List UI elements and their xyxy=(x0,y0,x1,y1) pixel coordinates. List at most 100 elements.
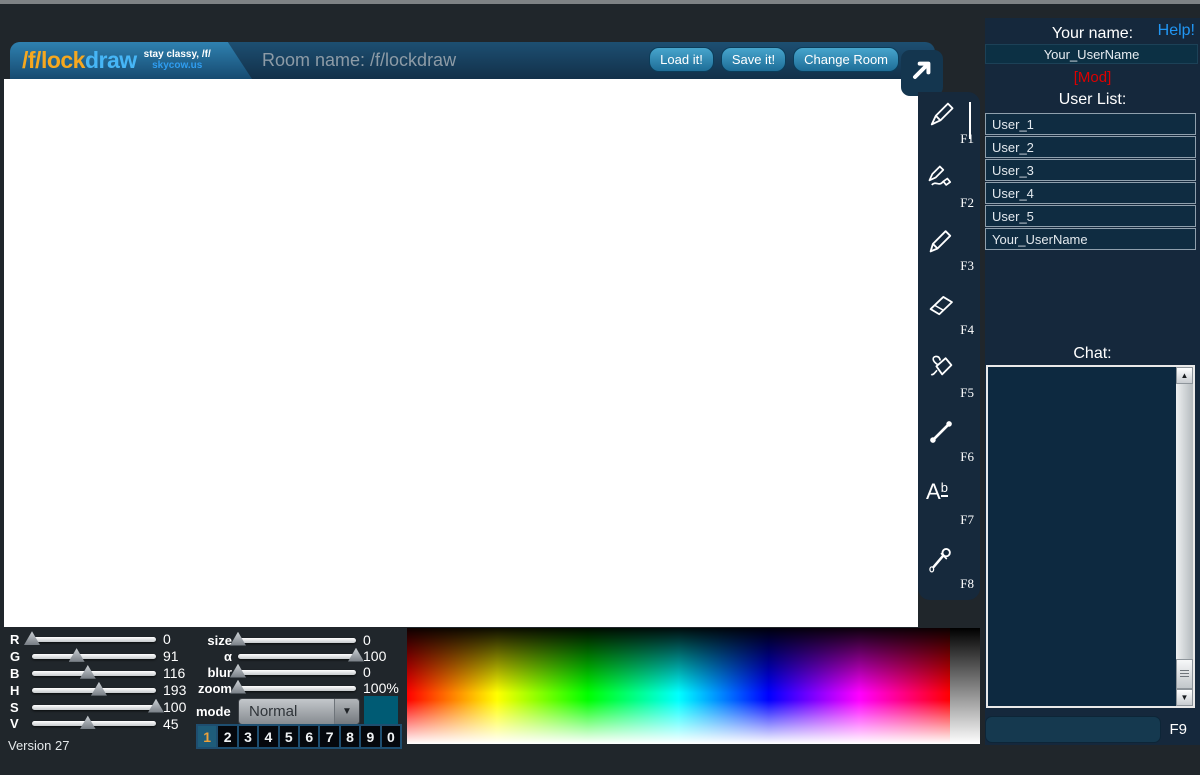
tool-f2[interactable]: F2 xyxy=(918,156,980,220)
popout-button[interactable] xyxy=(901,50,943,96)
tool-key-label: F1 xyxy=(960,131,974,147)
slider-row-zoom: zoom100% xyxy=(192,680,404,696)
slider-label: V xyxy=(10,716,30,731)
pencil-icon xyxy=(926,226,956,256)
slider-thumb[interactable] xyxy=(148,699,164,713)
user-list: User_1User_2User_3User_4User_5Your_UserN… xyxy=(985,113,1196,251)
scrollbar-grip-icon xyxy=(1180,670,1189,678)
slider-thumb[interactable] xyxy=(91,682,107,696)
chat-hotkey-label: F9 xyxy=(1169,721,1187,738)
user-list-item[interactable]: User_4 xyxy=(985,182,1196,204)
tool-f7[interactable]: AbF7 xyxy=(918,473,980,537)
eraser-icon xyxy=(926,290,956,320)
username-input[interactable]: Your_UserName xyxy=(985,44,1198,64)
palette-slot-1[interactable]: 1 xyxy=(198,726,216,747)
mode-label: mode xyxy=(196,704,231,719)
user-list-item[interactable]: User_3 xyxy=(985,159,1196,181)
palette-slot-2[interactable]: 2 xyxy=(218,726,236,747)
slider-track[interactable] xyxy=(32,721,156,726)
slider-track[interactable] xyxy=(238,654,356,659)
tool-key-label: F5 xyxy=(960,385,974,401)
tool-key-label: F7 xyxy=(960,512,974,528)
slider-value: 100% xyxy=(363,680,399,696)
scroll-down-button[interactable]: ▼ xyxy=(1176,689,1193,706)
slider-value: 100 xyxy=(363,648,386,664)
slider-thumb[interactable] xyxy=(69,648,85,662)
palette-slot-4[interactable]: 4 xyxy=(259,726,277,747)
user-list-item[interactable]: User_2 xyxy=(985,136,1196,158)
slider-row-V: V45 xyxy=(10,715,190,732)
color-channel-sliders: R0G91B116H193S100V45 xyxy=(10,631,190,732)
change-room-button[interactable]: Change Room xyxy=(793,47,899,72)
slider-track[interactable] xyxy=(238,686,356,691)
palette-slot-6[interactable]: 6 xyxy=(300,726,318,747)
slider-thumb[interactable] xyxy=(348,648,364,662)
user-list-label: User List: xyxy=(985,91,1200,109)
header-bar: /f/lockdraw stay classy, /f/ skycow.us R… xyxy=(10,42,935,79)
mode-dropdown[interactable]: Normal ▼ xyxy=(238,698,360,725)
user-list-item[interactable]: User_5 xyxy=(985,205,1196,227)
slider-thumb[interactable] xyxy=(80,715,96,729)
slider-thumb[interactable] xyxy=(230,664,246,678)
slider-row-size: size0 xyxy=(192,632,404,648)
logo-text-flock: /f/lock xyxy=(22,47,85,73)
load-button[interactable]: Load it! xyxy=(649,47,714,72)
slider-row-H: H193 xyxy=(10,682,190,699)
slider-value: 193 xyxy=(163,682,186,698)
save-button[interactable]: Save it! xyxy=(721,47,786,72)
chat-input[interactable] xyxy=(985,716,1161,743)
tool-f5[interactable]: F5 xyxy=(918,346,980,410)
slider-value: 116 xyxy=(163,665,185,681)
palette-slot-0[interactable]: 0 xyxy=(382,726,400,747)
tool-key-label: F6 xyxy=(960,449,974,465)
palette-slot-7[interactable]: 7 xyxy=(320,726,338,747)
tool-f8[interactable]: F8 xyxy=(918,537,980,601)
color-spectrum-picker[interactable] xyxy=(407,628,980,744)
help-link[interactable]: Help! xyxy=(1158,22,1195,40)
palette-slot-3[interactable]: 3 xyxy=(239,726,257,747)
brush-sliders: size0α100blur0zoom100% xyxy=(192,632,404,696)
eyedropper-icon xyxy=(926,544,956,574)
tool-palette: F1 F2F3F4 F5 F6 AbF7F8 xyxy=(918,92,980,600)
scroll-up-button[interactable]: ▲ xyxy=(1176,367,1193,384)
right-panel: Your name: Help! Your_UserName [Mod] Use… xyxy=(985,18,1200,745)
app-window: /f/lockdraw stay classy, /f/ skycow.us R… xyxy=(0,0,1200,775)
tool-f4[interactable]: F4 xyxy=(918,283,980,347)
slider-track[interactable] xyxy=(238,638,356,643)
slider-value: 91 xyxy=(163,648,179,664)
logo-site-link[interactable]: skycow.us xyxy=(144,60,211,71)
chat-messages[interactable]: ▲ ▼ xyxy=(986,365,1195,708)
slider-thumb[interactable] xyxy=(230,632,246,646)
slider-track[interactable] xyxy=(238,670,356,675)
tool-f3[interactable]: F3 xyxy=(918,219,980,283)
dropdown-arrow-icon: ▼ xyxy=(334,699,359,724)
slider-value: 100 xyxy=(163,699,186,715)
palette-slot-5[interactable]: 5 xyxy=(280,726,298,747)
hue-gradient[interactable] xyxy=(407,628,950,744)
version-label: Version 27 xyxy=(8,738,69,753)
slider-track[interactable] xyxy=(32,671,156,676)
logo-text: /f/lockdraw xyxy=(22,42,137,79)
logo[interactable]: /f/lockdraw stay classy, /f/ skycow.us xyxy=(10,42,252,79)
slider-track[interactable] xyxy=(32,637,156,642)
scrollbar-track[interactable] xyxy=(1176,384,1193,689)
chat-scrollbar[interactable]: ▲ ▼ xyxy=(1176,367,1193,706)
palette-slot-8[interactable]: 8 xyxy=(341,726,359,747)
current-color-swatch[interactable] xyxy=(364,696,398,724)
palette-slot-9[interactable]: 9 xyxy=(361,726,379,747)
sketch-pen-icon xyxy=(926,163,956,193)
slider-row-S: S100 xyxy=(10,699,190,716)
slider-track[interactable] xyxy=(32,688,156,693)
slider-track[interactable] xyxy=(32,705,156,710)
grayscale-gradient[interactable] xyxy=(950,628,980,744)
scrollbar-thumb[interactable] xyxy=(1176,659,1193,689)
drawing-canvas[interactable] xyxy=(4,79,918,627)
user-list-item[interactable]: Your_UserName xyxy=(985,228,1196,250)
slider-row-blur: blur0 xyxy=(192,664,404,680)
window-top-strip xyxy=(0,0,1200,4)
slider-thumb[interactable] xyxy=(230,680,246,694)
tool-f6[interactable]: F6 xyxy=(918,410,980,474)
slider-track[interactable] xyxy=(32,654,156,659)
user-list-item[interactable]: User_1 xyxy=(985,113,1196,135)
slider-thumb[interactable] xyxy=(80,665,96,679)
